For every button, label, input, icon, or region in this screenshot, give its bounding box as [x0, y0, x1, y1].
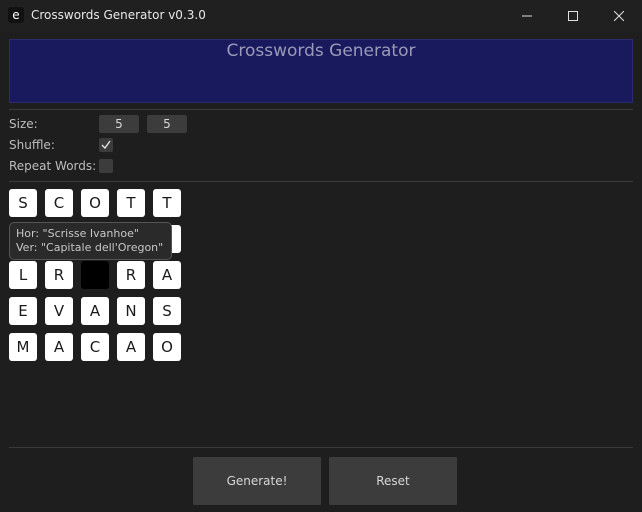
maximize-button[interactable]: [550, 0, 596, 32]
page-title: Crosswords Generator: [226, 41, 416, 61]
grid-cell[interactable]: C: [81, 333, 109, 361]
grid-cell[interactable]: M: [9, 333, 37, 361]
reset-button[interactable]: Reset: [329, 457, 457, 505]
shuffle-label: Shuffle:: [9, 138, 55, 152]
grid-cell[interactable]: S: [153, 297, 181, 325]
grid-cell[interactable]: A: [81, 297, 109, 325]
size-label: Size:: [9, 117, 38, 131]
grid-block-cell[interactable]: [81, 261, 109, 289]
grid-cell[interactable]: R: [45, 261, 73, 289]
grid-cell[interactable]: V: [45, 297, 73, 325]
minimize-icon: [522, 15, 532, 17]
shuffle-checkbox[interactable]: [99, 138, 113, 152]
app-icon: e: [8, 7, 24, 23]
horizontal-clue: Hor: "Scrisse Ivanhoe": [16, 227, 139, 240]
grid-cell[interactable]: A: [45, 333, 73, 361]
grid-cell[interactable]: E: [9, 297, 37, 325]
check-icon: [101, 140, 111, 150]
grid-cell[interactable]: A: [153, 261, 181, 289]
grid-cell[interactable]: A: [117, 333, 145, 361]
size-rows-input[interactable]: 5: [99, 115, 139, 133]
window-title: Crosswords Generator v0.3.0: [31, 8, 206, 22]
repeat-words-label: Repeat Words:: [9, 159, 97, 173]
grid-cell[interactable]: N: [117, 297, 145, 325]
grid-cell[interactable]: O: [153, 333, 181, 361]
divider: [9, 181, 633, 182]
grid-cell[interactable]: T: [117, 189, 145, 217]
grid-cell[interactable]: L: [9, 261, 37, 289]
minimize-button[interactable]: [504, 0, 550, 32]
maximize-icon: [568, 11, 578, 21]
repeat-words-checkbox[interactable]: [99, 159, 113, 173]
divider: [9, 447, 633, 448]
header-banner: Crosswords Generator: [9, 39, 633, 103]
grid-cell[interactable]: O: [81, 189, 109, 217]
grid-cell[interactable]: S: [9, 189, 37, 217]
close-icon: [614, 11, 624, 21]
grid-cell[interactable]: T: [153, 189, 181, 217]
size-cols-input[interactable]: 5: [147, 115, 187, 133]
close-button[interactable]: [596, 0, 642, 32]
app-window: e Crosswords Generator v0.3.0 Crosswords…: [0, 0, 642, 512]
clue-tooltip: Hor: "Scrisse Ivanhoe" Ver: "Capitale de…: [9, 222, 172, 260]
title-bar: e Crosswords Generator v0.3.0: [0, 0, 642, 32]
divider: [9, 109, 633, 110]
grid-cell[interactable]: R: [117, 261, 145, 289]
grid-cell[interactable]: C: [45, 189, 73, 217]
generate-button[interactable]: Generate!: [193, 457, 321, 505]
vertical-clue: Ver: "Capitale dell'Oregon": [16, 241, 164, 254]
